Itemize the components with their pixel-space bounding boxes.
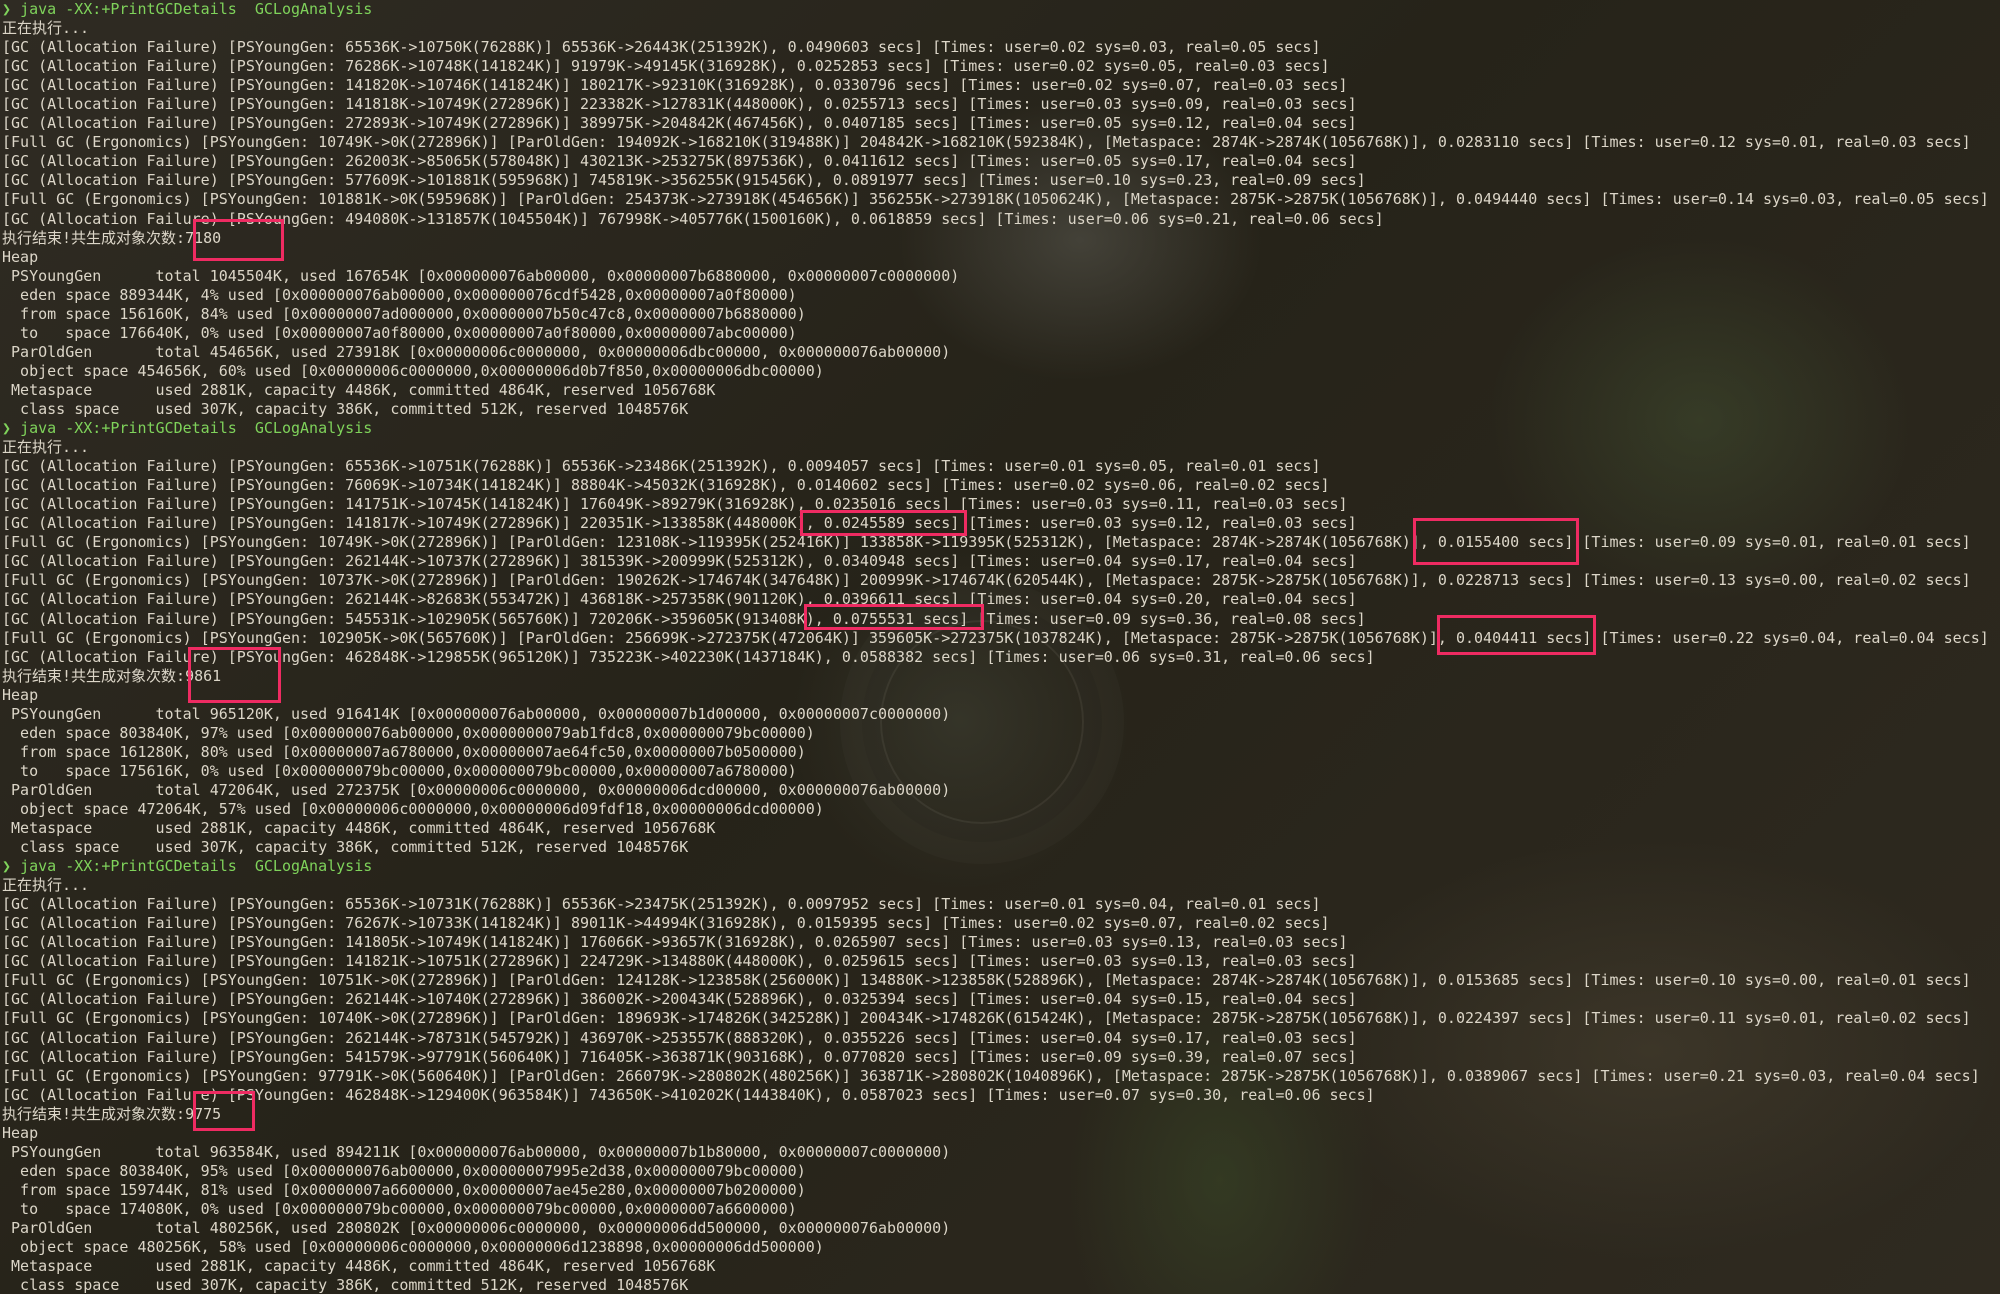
output-line: Heap bbox=[2, 685, 39, 704]
prompt-line: ❯ java -XX:+PrintGCDetails GCLogAnalysis bbox=[2, 419, 1989, 438]
output-line: [GC (Allocation Failure) [PSYoungGen: 65… bbox=[2, 457, 1321, 476]
output-line: PSYoungGen total 963584K, used 894211K [… bbox=[2, 1142, 951, 1161]
output-line: to space 176640K, 0% used [0x00000007a0f… bbox=[2, 323, 797, 342]
output-line: from space 161280K, 80% used [0x00000007… bbox=[2, 742, 806, 761]
output-line: [GC (Allocation Failure) [PSYoungGen: 54… bbox=[2, 1047, 1357, 1066]
output-line: ParOldGen total 472064K, used 272375K [0… bbox=[2, 780, 951, 799]
output-line: 正在执行... bbox=[2, 876, 90, 895]
output-line: Metaspace used 2881K, capacity 4486K, co… bbox=[2, 380, 716, 399]
output-line: eden space 803840K, 95% used [0x00000007… bbox=[2, 1161, 806, 1180]
output-line: [GC (Allocation Failure) [PSYoungGen: 76… bbox=[2, 57, 1330, 76]
output-line: [GC (Allocation Failure) [PSYoungGen: 46… bbox=[2, 1085, 1375, 1104]
output-line: Heap bbox=[2, 1123, 39, 1142]
output-line: [Full GC (Ergonomics) [PSYoungGen: 10749… bbox=[2, 133, 1971, 152]
output-line: eden space 803840K, 97% used [0x00000007… bbox=[2, 723, 815, 742]
output-line: [GC (Allocation Failure) [PSYoungGen: 26… bbox=[2, 590, 1357, 609]
output-line: from space 159744K, 81% used [0x00000007… bbox=[2, 1180, 806, 1199]
command-text: java -XX:+PrintGCDetails GCLogAnalysis bbox=[20, 857, 373, 876]
output-line: [GC (Allocation Failure) [PSYoungGen: 76… bbox=[2, 914, 1330, 933]
output-line: 正在执行... bbox=[2, 438, 90, 457]
output-line: [GC (Allocation Failure) [PSYoungGen: 76… bbox=[2, 476, 1330, 495]
output-line: Metaspace used 2881K, capacity 4486K, co… bbox=[2, 1257, 716, 1276]
prompt-arrow-icon: ❯ bbox=[2, 419, 12, 438]
output-line: PSYoungGen total 1045504K, used 167654K … bbox=[2, 266, 960, 285]
output-line: 执行结束!共生成对象次数:7180 bbox=[2, 228, 222, 247]
output-line: object space 472064K, 57% used [0x000000… bbox=[2, 799, 824, 818]
prompt-arrow-icon: ❯ bbox=[2, 857, 12, 876]
output-line: [Full GC (Ergonomics) [PSYoungGen: 97791… bbox=[2, 1066, 1980, 1085]
highlight-box-object-count-run1 bbox=[193, 219, 284, 261]
output-line: [Full GC (Ergonomics) [PSYoungGen: 10737… bbox=[2, 571, 1971, 590]
output-line: [GC (Allocation Failure) [PSYoungGen: 14… bbox=[2, 495, 1348, 514]
output-line: [GC (Allocation Failure) [PSYoungGen: 14… bbox=[2, 76, 1348, 95]
output-line: [Full GC (Ergonomics) [PSYoungGen: 10188… bbox=[2, 190, 1989, 209]
output-line: 执行结束!共生成对象次数:9775 bbox=[2, 1104, 222, 1123]
output-line: [GC (Allocation Failure) [PSYoungGen: 14… bbox=[2, 514, 1357, 533]
output-line: eden space 889344K, 4% used [0x000000076… bbox=[2, 285, 797, 304]
highlight-box-young-gc-time bbox=[800, 510, 967, 536]
highlight-box-young-gc-time-2 bbox=[804, 604, 984, 630]
output-line: PSYoungGen total 965120K, used 916414K [… bbox=[2, 704, 951, 723]
highlight-box-full-gc-time-1 bbox=[1413, 518, 1579, 565]
output-line: ParOldGen total 454656K, used 273918K [0… bbox=[2, 342, 951, 361]
output-line: [GC (Allocation Failure) [PSYoungGen: 57… bbox=[2, 171, 1366, 190]
output-line: [GC (Allocation Failure) [PSYoungGen: 65… bbox=[2, 895, 1321, 914]
output-line: [Full GC (Ergonomics) [PSYoungGen: 10749… bbox=[2, 533, 1971, 552]
highlight-box-full-gc-time-2 bbox=[1437, 615, 1596, 655]
output-line: [GC (Allocation Failure) [PSYoungGen: 26… bbox=[2, 1028, 1357, 1047]
prompt-line: ❯ java -XX:+PrintGCDetails GCLogAnalysis bbox=[2, 857, 1989, 876]
output-line: [GC (Allocation Failure) [PSYoungGen: 65… bbox=[2, 38, 1321, 57]
terminal-output: ❯ java -XX:+PrintGCDetails GCLogAnalysis… bbox=[2, 0, 1989, 1294]
output-line: object space 454656K, 60% used [0x000000… bbox=[2, 361, 824, 380]
output-line: [Full GC (Ergonomics) [PSYoungGen: 10751… bbox=[2, 971, 1971, 990]
output-line: [GC (Allocation Failure) [PSYoungGen: 14… bbox=[2, 933, 1348, 952]
output-line: [GC (Allocation Failure) [PSYoungGen: 14… bbox=[2, 95, 1357, 114]
highlight-box-object-count-run3 bbox=[193, 1091, 255, 1131]
prompt-arrow-icon: ❯ bbox=[2, 0, 12, 18]
output-line: ParOldGen total 480256K, used 280802K [0… bbox=[2, 1219, 951, 1237]
output-line: from space 156160K, 84% used [0x00000007… bbox=[2, 304, 806, 323]
output-line: [GC (Allocation Failure) [PSYoungGen: 26… bbox=[2, 552, 1357, 571]
output-line: [Full GC (Ergonomics) [PSYoungGen: 10290… bbox=[2, 628, 1989, 647]
output-line: class space used 307K, capacity 386K, co… bbox=[2, 1276, 689, 1294]
output-line: [GC (Allocation Failure) [PSYoungGen: 49… bbox=[2, 209, 1384, 228]
output-line: [GC (Allocation Failure) [PSYoungGen: 14… bbox=[2, 952, 1357, 971]
output-line: [GC (Allocation Failure) [PSYoungGen: 46… bbox=[2, 647, 1375, 666]
output-line: Heap bbox=[2, 247, 39, 266]
output-line: class space used 307K, capacity 386K, co… bbox=[2, 399, 689, 418]
prompt-line: ❯ java -XX:+PrintGCDetails GCLogAnalysis bbox=[2, 0, 1989, 19]
output-line: [GC (Allocation Failure) [PSYoungGen: 54… bbox=[2, 609, 1366, 628]
highlight-box-object-count-run2 bbox=[188, 647, 281, 703]
output-line: to space 174080K, 0% used [0x000000079bc… bbox=[2, 1199, 797, 1218]
output-line: object space 480256K, 58% used [0x000000… bbox=[2, 1238, 824, 1257]
terminal-window[interactable]: ❯ java -XX:+PrintGCDetails GCLogAnalysis… bbox=[0, 0, 2000, 1294]
output-line: [GC (Allocation Failure) [PSYoungGen: 26… bbox=[2, 152, 1357, 171]
output-line: 正在执行... bbox=[2, 19, 90, 38]
output-line: to space 175616K, 0% used [0x000000079bc… bbox=[2, 761, 797, 780]
command-text: java -XX:+PrintGCDetails GCLogAnalysis bbox=[20, 0, 373, 18]
output-line: 执行结束!共生成对象次数:9861 bbox=[2, 666, 222, 685]
output-line: [GC (Allocation Failure) [PSYoungGen: 27… bbox=[2, 114, 1357, 133]
output-line: class space used 307K, capacity 386K, co… bbox=[2, 838, 689, 857]
output-line: [Full GC (Ergonomics) [PSYoungGen: 10740… bbox=[2, 1009, 1971, 1028]
output-line: [GC (Allocation Failure) [PSYoungGen: 26… bbox=[2, 990, 1357, 1009]
output-line: Metaspace used 2881K, capacity 4486K, co… bbox=[2, 819, 716, 838]
command-text: java -XX:+PrintGCDetails GCLogAnalysis bbox=[20, 419, 373, 438]
